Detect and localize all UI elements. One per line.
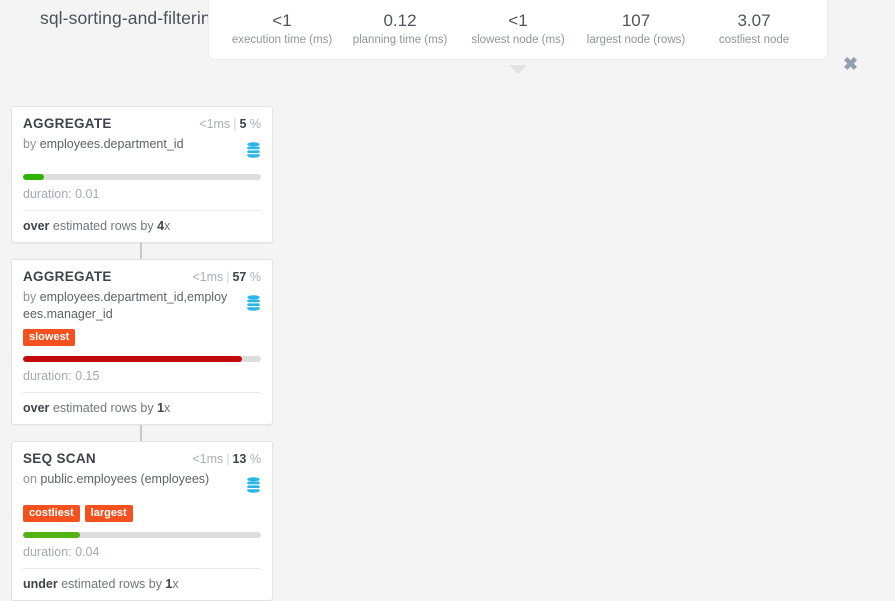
node-type: SEQ SCAN	[23, 451, 96, 466]
stats-panel-wrapper: <1 execution time (ms) 0.12 planning tim…	[208, 0, 828, 74]
estimate-direction: over	[23, 219, 50, 233]
stat-largest-node: 107 largest node (rows)	[577, 10, 695, 48]
node-estimate-footer: over estimated rows by 1x	[23, 392, 261, 424]
node-percent: 13	[232, 452, 247, 466]
stat-value: 107	[621, 11, 651, 30]
close-icon[interactable]: ✖	[843, 55, 858, 73]
stat-value: <1	[272, 11, 292, 30]
node-connector	[140, 425, 142, 441]
query-plan-tree: AGGREGATE <1ms | 5 % by employees.departme…	[11, 106, 273, 601]
node-subtitle: by employees.department_id,employees.man…	[23, 289, 231, 323]
node-subtitle: by employees.department_id	[23, 136, 184, 153]
node-subtitle-row: by employees.department_id	[23, 136, 261, 164]
node-time: <1ms	[192, 270, 224, 284]
stat-label: slowest node (ms)	[471, 34, 565, 46]
estimate-factor: 4	[157, 219, 165, 233]
node-subtitle-row: on public.employees (employees)	[23, 471, 261, 499]
plan-node[interactable]: SEQ SCAN <1ms | 13 % on public.employees (…	[11, 441, 273, 601]
estimate-factor-suffix: x	[164, 401, 171, 415]
node-header: SEQ SCAN <1ms | 13 %	[23, 451, 261, 466]
stat-execution-time: <1 execution time (ms)	[223, 10, 341, 48]
database-icon[interactable]	[246, 295, 261, 317]
node-percent-sign: %	[249, 270, 261, 284]
node-badges: slowest	[23, 329, 261, 346]
node-metric-separator: |	[226, 452, 230, 466]
stat-label: execution time (ms)	[231, 34, 333, 46]
node-subtitle-prefix: by	[23, 290, 37, 304]
node-subtitle-prefix: on	[23, 472, 37, 486]
node-duration: duration: 0.01	[23, 187, 100, 201]
panel-pointer-triangle	[509, 65, 527, 74]
stat-slowest-node: <1 slowest node (ms)	[459, 10, 577, 48]
node-subtitle-prefix: by	[23, 137, 37, 151]
stat-label: costliest node	[718, 34, 790, 46]
estimate-text: estimated rows by	[49, 219, 158, 233]
node-estimate-footer: over estimated rows by 4x	[23, 210, 261, 242]
node-metrics: <1ms | 13 %	[192, 452, 261, 466]
stats-panel: <1 execution time (ms) 0.12 planning tim…	[208, 0, 828, 60]
node-header: AGGREGATE <1ms | 57 %	[23, 269, 261, 284]
estimate-text: estimated rows by	[57, 577, 166, 591]
estimate-direction: under	[23, 577, 58, 591]
node-subtitle-text: public.employees (employees)	[40, 472, 210, 486]
node-metric-separator: |	[233, 117, 237, 131]
stat-label: largest node (rows)	[586, 34, 686, 46]
node-metric-separator: |	[226, 270, 230, 284]
stat-value: 0.12	[383, 11, 417, 30]
node-percent-sign: %	[249, 452, 261, 466]
database-icon[interactable]	[246, 142, 261, 164]
stat-value: <1	[508, 11, 528, 30]
node-connector	[140, 243, 142, 259]
node-subtitle-text: employees.department_id,employees.manage…	[23, 290, 228, 321]
node-subtitle-row: by employees.department_id,employees.man…	[23, 289, 261, 323]
stat-costliest-node: 3.07 costliest node	[695, 10, 813, 48]
node-time: <1ms	[192, 452, 224, 466]
node-duration: duration: 0.04	[23, 545, 100, 559]
node-percent: 5	[239, 117, 247, 131]
node-metrics: <1ms | 57 %	[192, 270, 261, 284]
estimate-factor-suffix: x	[172, 577, 179, 591]
status-badge-slowest: slowest	[23, 329, 76, 346]
estimate-text: estimated rows by	[49, 401, 158, 415]
stat-planning-time: 0.12 planning time (ms)	[341, 10, 459, 48]
status-badge-largest: largest	[84, 505, 133, 522]
estimate-factor-suffix: x	[164, 219, 171, 233]
status-badge-costliest: costliest	[23, 505, 80, 522]
node-header: AGGREGATE <1ms | 5 %	[23, 116, 261, 131]
node-percent: 57	[232, 270, 247, 284]
estimate-factor: 1	[157, 401, 165, 415]
node-subtitle: on public.employees (employees)	[23, 471, 209, 488]
node-estimate-footer: under estimated rows by 1x	[23, 568, 261, 600]
plan-node[interactable]: AGGREGATE <1ms | 57 % by employees.departm…	[11, 259, 273, 425]
stat-label: planning time (ms)	[352, 34, 448, 46]
node-metrics: <1ms | 5 %	[199, 117, 261, 131]
node-time: <1ms	[199, 117, 231, 131]
estimate-factor: 1	[165, 577, 173, 591]
node-percent-sign: %	[249, 117, 261, 131]
database-icon[interactable]	[246, 477, 261, 499]
node-badges: costliest largest	[23, 505, 261, 522]
node-type: AGGREGATE	[23, 116, 112, 131]
plan-node[interactable]: AGGREGATE <1ms | 5 % by employees.departme…	[11, 106, 273, 243]
node-type: AGGREGATE	[23, 269, 112, 284]
stat-value: 3.07	[737, 11, 771, 30]
node-subtitle-text: employees.department_id	[39, 137, 184, 151]
node-duration: duration: 0.15	[23, 369, 100, 383]
estimate-direction: over	[23, 401, 50, 415]
